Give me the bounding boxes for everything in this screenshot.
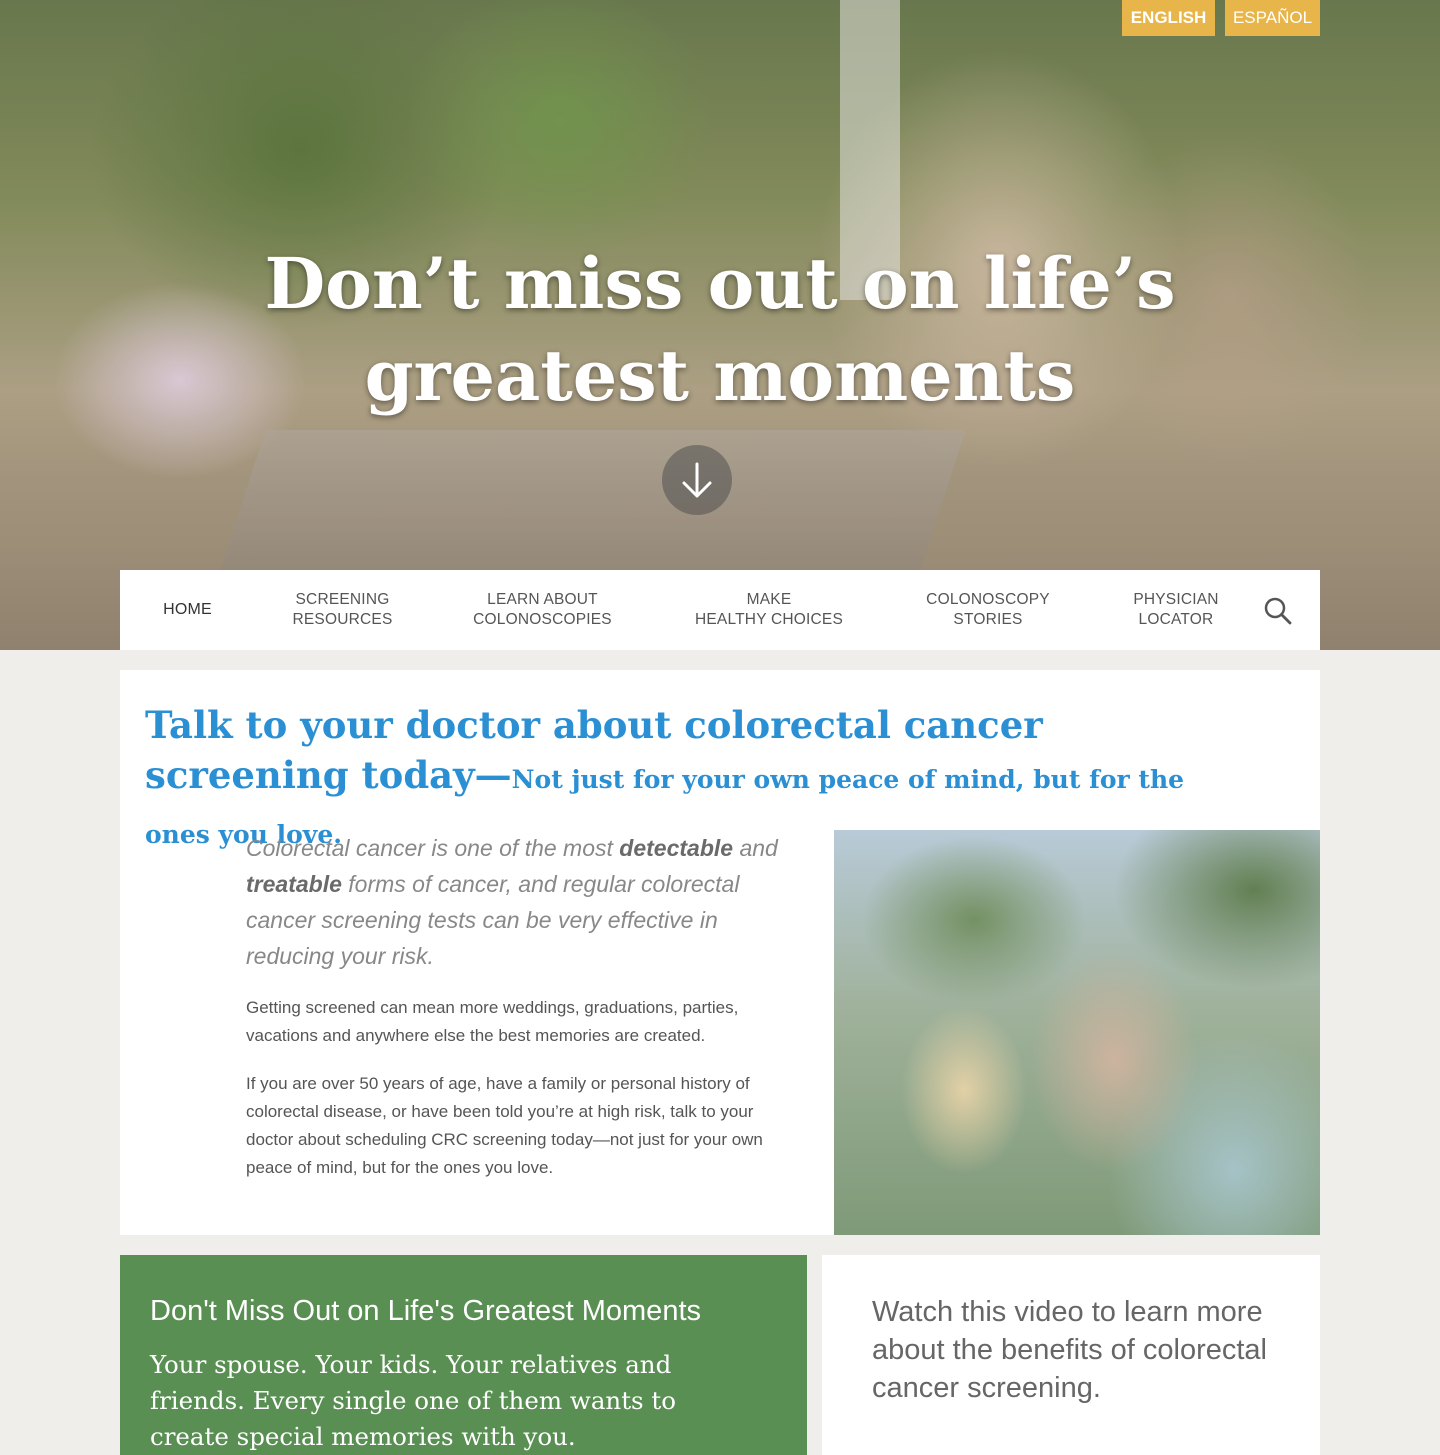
video-promo-box: Watch this video to learn more about the… <box>822 1255 1320 1455</box>
nav-item-home[interactable]: HOME <box>140 570 235 650</box>
language-espanol-button[interactable]: ESPAÑOL <box>1225 0 1320 36</box>
hero-banner: ENGLISH ESPAÑOL Don’t miss out on life’s… <box>0 0 1440 650</box>
greatest-moments-box: Don't Miss Out on Life's Greatest Moment… <box>120 1255 807 1455</box>
hero-title: Don’t miss out on life’s greatest moment… <box>264 242 1176 417</box>
body-paragraph-1: Getting screened can mean more weddings,… <box>246 998 739 1045</box>
main-navigation: HOME SCREENING RESOURCES LEARN ABOUT COL… <box>120 570 1320 650</box>
nav-item-learn-about-colonoscopies[interactable]: LEARN ABOUT COLONOSCOPIES <box>455 570 630 650</box>
search-button[interactable] <box>1263 596 1293 626</box>
body-paragraph-2: If you are over 50 years of age, have a … <box>246 1074 763 1177</box>
intro-text-part: Colorectal cancer is one of the most <box>246 835 620 861</box>
video-promo-text: Watch this video to learn more about the… <box>872 1296 1267 1404</box>
scroll-down-button[interactable] <box>662 445 732 515</box>
nav-item-make-healthy-choices[interactable]: MAKE HEALTHY CHOICES <box>680 570 858 650</box>
greatest-moments-title: Don't Miss Out on Life's Greatest Moment… <box>150 1295 701 1327</box>
nav-item-physician-locator[interactable]: PHYSICIAN LOCATOR <box>1120 570 1232 650</box>
nav-item-colonoscopy-stories[interactable]: COLONOSCOPY STORIES <box>915 570 1061 650</box>
language-english-button[interactable]: ENGLISH <box>1122 0 1215 36</box>
intro-bold-treatable: treatable <box>246 871 342 897</box>
nav-item-screening-resources[interactable]: SCREENING RESOURCES <box>275 570 410 650</box>
main-content-card: Talk to your doctor about colorectal can… <box>120 670 1320 1235</box>
intro-text-part: and <box>733 835 778 861</box>
arrow-down-icon <box>682 462 712 498</box>
intro-text: Colorectal cancer is one of the most det… <box>246 830 786 974</box>
grandmother-granddaughter-photo <box>834 830 1320 1235</box>
search-icon <box>1264 597 1292 625</box>
intro-bold-detectable: detectable <box>619 835 734 861</box>
greatest-moments-text: Your spouse. Your kids. Your relatives a… <box>150 1350 677 1451</box>
